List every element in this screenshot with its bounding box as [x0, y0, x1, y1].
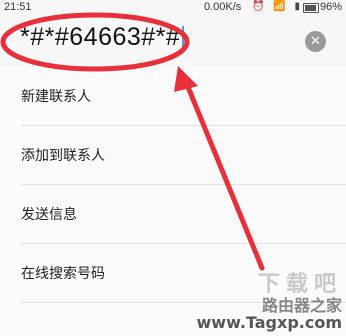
- watermark: 下载吧 路由器之家 www.Tagxp.com: [196, 271, 343, 333]
- status-time: 21:51: [4, 1, 32, 13]
- menu-item-label: 发送信息: [21, 207, 77, 223]
- menu-item-add-to-contact[interactable]: 添加到联系人: [0, 126, 346, 185]
- dial-input-value: *#*#64663#*#: [20, 23, 181, 51]
- dialer-header: *#*#64663#*# ✕: [0, 15, 346, 67]
- menu-item-send-message[interactable]: 发送信息: [0, 185, 346, 244]
- menu-item-label: 添加到联系人: [21, 148, 105, 164]
- menu-item-label: 新建联系人: [21, 89, 91, 105]
- menu-item-new-contact[interactable]: 新建联系人: [0, 67, 346, 126]
- clear-button[interactable]: ✕: [305, 31, 326, 52]
- text-cursor: [182, 26, 185, 51]
- network-speed: 0.00K/s: [204, 1, 242, 13]
- status-bar: 21:51 0.00K/s ⏰ 📶 ▮ 96%: [0, 0, 346, 15]
- watermark-line2: 路由器之家: [261, 295, 342, 315]
- watermark-line1: 下载吧: [257, 271, 342, 297]
- battery-icon: [303, 3, 319, 13]
- status-icons: ⏰ 📶 ▮: [252, 1, 303, 12]
- watermark-site: www.Tagxp.com: [196, 313, 343, 333]
- close-icon: ✕: [310, 34, 321, 49]
- menu-item-label: 在线搜索号码: [21, 266, 105, 282]
- battery-percent: 96%: [320, 1, 343, 13]
- dial-input[interactable]: *#*#64663#*#: [20, 23, 185, 52]
